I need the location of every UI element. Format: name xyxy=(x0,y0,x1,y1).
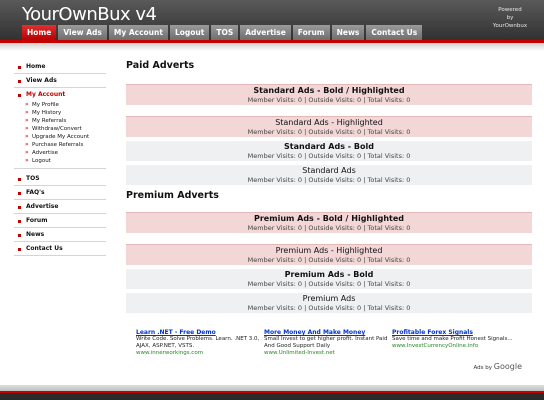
ad-premium-bold[interactable]: Premium Ads - Bold Member Visits: 0 | Ou… xyxy=(126,269,532,289)
nav-tab-contact-us[interactable]: Contact Us xyxy=(366,25,423,40)
nav-tab-forum[interactable]: Forum xyxy=(292,25,330,40)
ad-stats: Member Visits: 0 | Outside Visits: 0 | T… xyxy=(247,304,411,312)
ad-stats: Member Visits: 0 | Outside Visits: 0 | T… xyxy=(247,176,411,184)
nav-tab-logout[interactable]: Logout xyxy=(169,25,210,40)
footer-bar xyxy=(0,393,544,400)
google-ad-desc: Write Code. Solve Problems. Learn. .NET … xyxy=(136,336,260,349)
ad-title[interactable]: Standard Ads - Bold xyxy=(126,141,532,152)
ad-title[interactable]: Premium Ads xyxy=(126,293,532,304)
ad-title[interactable]: Standard Ads - Highlighted xyxy=(126,117,532,128)
ad-stats: Member Visits: 0 | Outside Visits: 0 | T… xyxy=(247,280,411,288)
powered-line: by xyxy=(506,15,514,21)
sidebar-subitem-upgrade[interactable]: Upgrade My Account xyxy=(14,133,106,141)
nav-tab-advertise[interactable]: Advertise xyxy=(240,25,291,40)
sidebar-item-news[interactable]: News xyxy=(14,228,106,242)
ad-premium-highlighted[interactable]: Premium Ads - Highlighted Member Visits:… xyxy=(126,244,532,265)
google-ads-block: Learn .NET - Free Demo Write Code. Solve… xyxy=(136,329,536,357)
ads-by-prefix: Ads by xyxy=(473,365,493,371)
sidebar-item-forum[interactable]: Forum xyxy=(14,214,106,228)
google-ad-unit[interactable]: More Money And Make Money Small Invest t… xyxy=(264,329,392,357)
ad-stats: Member Visits: 0 | Outside Visits: 0 | T… xyxy=(247,96,411,104)
nav-tab-news[interactable]: News xyxy=(331,25,365,40)
sidebar-subitem-my-referrals[interactable]: My Referrals xyxy=(14,117,106,125)
powered-line: YourOwnbux xyxy=(492,23,528,29)
sidebar-item-home[interactable]: Home xyxy=(14,60,106,74)
google-ad-desc: Save time and make Profit Honest Signals… xyxy=(392,336,513,342)
nav-tab-tos[interactable]: TOS xyxy=(211,25,239,40)
google-ad-title[interactable]: Learn .NET - Free Demo xyxy=(136,329,264,336)
sidebar-subitem-logout[interactable]: Logout xyxy=(14,157,106,165)
ad-stats: Member Visits: 0 | Outside Visits: 0 | T… xyxy=(247,128,411,136)
site-logo[interactable]: YourOwnBux v4 xyxy=(22,4,157,25)
sidebar-subitem-my-profile[interactable]: My Profile xyxy=(14,101,106,109)
nav-tab-home[interactable]: Home xyxy=(22,25,57,40)
google-ad-title[interactable]: Profitable Forex Signals xyxy=(392,329,520,336)
google-ad-title[interactable]: More Money And Make Money xyxy=(264,329,392,336)
ads-by-google[interactable]: Ads by Google xyxy=(474,362,523,371)
ad-title[interactable]: Standard Ads - Bold / Highlighted xyxy=(126,85,532,96)
sidebar-subitem-my-history[interactable]: My History xyxy=(14,109,106,117)
ad-standard-bold-highlighted[interactable]: Standard Ads - Bold / Highlighted Member… xyxy=(126,84,532,105)
ad-premium-bold-highlighted[interactable]: Premium Ads - Bold / Highlighted Member … xyxy=(126,212,532,233)
google-ad-url[interactable]: www.InvestCurrencyOnline.info xyxy=(392,343,520,350)
ad-title[interactable]: Premium Ads - Bold xyxy=(126,269,532,280)
sidebar-item-view-ads[interactable]: View Ads xyxy=(14,74,106,88)
main-nav: Home View Ads My Account Logout TOS Adve… xyxy=(22,25,423,40)
sidebar-subitem-advertise[interactable]: Advertise xyxy=(14,149,106,157)
ad-stats: Member Visits: 0 | Outside Visits: 0 | T… xyxy=(247,152,411,160)
sidebar-item-faqs[interactable]: FAQ's xyxy=(14,186,106,200)
sidebar-item-my-account[interactable]: My Account xyxy=(14,88,106,101)
ad-premium[interactable]: Premium Ads Member Visits: 0 | Outside V… xyxy=(126,293,532,313)
google-ad-unit[interactable]: Profitable Forex Signals Save time and m… xyxy=(392,329,520,357)
google-ad-url[interactable]: www.innerworkings.com xyxy=(136,350,264,357)
ad-stats: Member Visits: 0 | Outside Visits: 0 | T… xyxy=(247,224,411,232)
ad-title[interactable]: Premium Ads - Bold / Highlighted xyxy=(126,213,532,224)
main-content: Paid Adverts Standard Ads - Bold / Highl… xyxy=(126,60,532,313)
google-ad-unit[interactable]: Learn .NET - Free Demo Write Code. Solve… xyxy=(136,329,264,357)
ad-standard[interactable]: Standard Ads Member Visits: 0 | Outside … xyxy=(126,165,532,185)
google-ad-url[interactable]: www.Unlimited-Invest.net xyxy=(264,350,392,357)
sidebar-item-advertise[interactable]: Advertise xyxy=(14,200,106,214)
sidebar-subitem-purchase-referrals[interactable]: Purchase Referrals xyxy=(14,141,106,149)
ad-title[interactable]: Premium Ads - Highlighted xyxy=(126,245,532,256)
powered-line: Powered xyxy=(498,7,522,13)
google-ad-desc: Small Invest to get higher profit. Insta… xyxy=(264,336,388,349)
sidebar-menu: Home View Ads My Account My Profile My H… xyxy=(14,60,106,256)
powered-by-text: Powered by YourOwnbux xyxy=(480,6,540,30)
nav-tab-my-account[interactable]: My Account xyxy=(108,25,168,40)
paid-adverts-heading: Paid Adverts xyxy=(126,60,195,71)
google-logo: Google xyxy=(493,362,522,371)
ad-title[interactable]: Standard Ads xyxy=(126,165,532,176)
ad-stats: Member Visits: 0 | Outside Visits: 0 | T… xyxy=(247,256,411,264)
sidebar-submenu: My Profile My History My Referrals Withd… xyxy=(14,101,106,169)
ad-standard-highlighted[interactable]: Standard Ads - Highlighted Member Visits… xyxy=(126,116,532,137)
sidebar-item-tos[interactable]: TOS xyxy=(14,172,106,186)
ad-standard-bold[interactable]: Standard Ads - Bold Member Visits: 0 | O… xyxy=(126,141,532,161)
header-shadow xyxy=(0,43,544,51)
sidebar-item-contact-us[interactable]: Contact Us xyxy=(14,242,106,256)
nav-tab-view-ads[interactable]: View Ads xyxy=(58,25,107,40)
header-bar: YourOwnBux v4 Powered by YourOwnbux Home… xyxy=(0,0,544,43)
premium-adverts-heading: Premium Adverts xyxy=(126,190,219,201)
sidebar-subitem-withdraw[interactable]: Withdraw/Convert xyxy=(14,125,106,133)
